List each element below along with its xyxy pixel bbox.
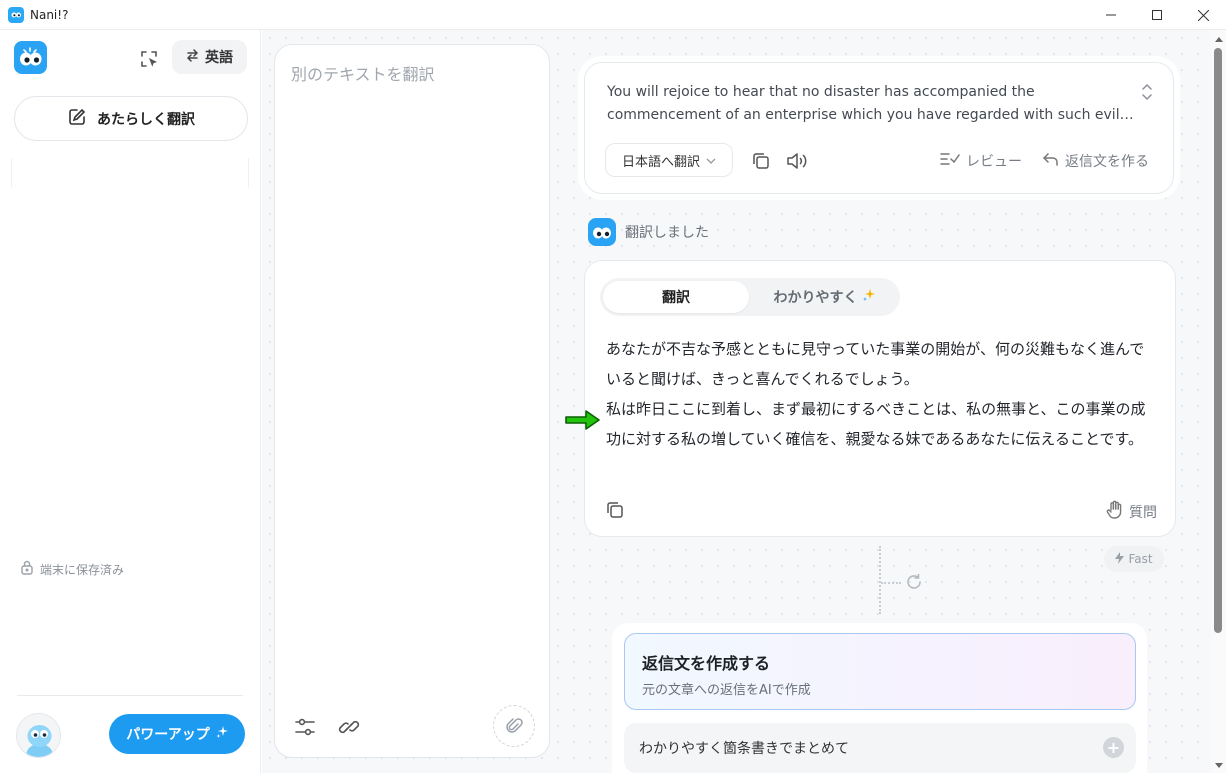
translation-text[interactable]: あなたが不吉な予感とともに見守っていた事業の開始が、何の災難もなく進んでいると聞…: [565, 334, 1154, 454]
sparkle-icon: [862, 288, 876, 306]
tab-simplified-label: わかりやすく: [773, 290, 858, 306]
edit-icon: [67, 107, 87, 131]
sidebar-divider: [17, 695, 243, 696]
logo[interactable]: [14, 41, 47, 74]
review-icon: [940, 151, 960, 171]
compose-subtitle: 元の文章への返信をAIで作成: [642, 683, 811, 698]
saved-label: 端末に保存済み: [40, 562, 125, 577]
fast-label: Fast: [1128, 552, 1153, 566]
create-reply-button[interactable]: 返信文を作る: [1042, 149, 1149, 173]
review-label: レビュー: [966, 154, 1022, 170]
compose-reply-card[interactable]: 返信文を作成する 元の文章への返信をAIで作成: [624, 633, 1136, 710]
suggestion-input[interactable]: わかりやすく箇条書きでまとめて +: [624, 723, 1136, 773]
review-button[interactable]: レビュー: [940, 149, 1022, 173]
bolt-icon: [1115, 551, 1125, 567]
history-list: [11, 158, 249, 188]
ask-label: 質問: [1129, 505, 1157, 521]
new-translation-button[interactable]: あたらしく翻訳: [14, 96, 248, 141]
suggestion-text: わかりやすく箇条書きでまとめて: [639, 741, 849, 757]
result-card: 翻訳 わかりやすく あなたが不吉な予感とともに見守っていた事業の開始が、何の災難…: [565, 260, 1176, 537]
sparkle-icon: [216, 726, 228, 742]
expand-icon[interactable]: [1141, 83, 1153, 105]
language-toggle-button[interactable]: 英語: [172, 40, 247, 74]
attach-icon[interactable]: [493, 705, 535, 747]
translation-paragraph: あなたが不吉な予感とともに見守っていた事業の開始が、何の災難もなく進んでいると聞…: [606, 340, 1145, 388]
translation-paragraph: 私は昨日ここに到着し、まず最初にするべきことは、私の無事と、この事業の成功に対す…: [606, 400, 1146, 448]
title-bar: Nani!?: [0, 0, 1226, 30]
ask-button[interactable]: 質問: [1106, 500, 1157, 524]
pointer-arrow-icon: [565, 410, 600, 430]
assistant-logo: [588, 218, 616, 246]
source-card: You will rejoice to hear that no disaste…: [584, 62, 1174, 194]
scroll-up-arrow[interactable]: [1211, 32, 1226, 46]
target-language-select[interactable]: 日本語へ翻訳: [605, 143, 733, 177]
scroll-thumb[interactable]: [1214, 48, 1222, 633]
result-tabs: 翻訳 わかりやすく: [600, 278, 900, 316]
power-up-button[interactable]: パワーアップ: [109, 714, 245, 754]
status-row: 翻訳しました: [588, 218, 709, 246]
minimize-button[interactable]: [1088, 0, 1134, 30]
scrollbar[interactable]: [1211, 30, 1226, 773]
reply-icon: [1042, 151, 1059, 171]
refresh-icon[interactable]: [905, 573, 923, 595]
settings-icon[interactable]: [291, 713, 319, 741]
source-text[interactable]: You will rejoice to hear that no disaste…: [607, 81, 1137, 127]
input-placeholder[interactable]: 別のテキストを翻訳: [291, 61, 435, 85]
saved-indicator: 端末に保存済み: [20, 560, 124, 578]
fast-badge: Fast: [1104, 546, 1164, 572]
maximize-button[interactable]: [1134, 0, 1180, 30]
tab-simplified[interactable]: わかりやすく: [752, 281, 897, 313]
compose-panel: 返信文を作成する 元の文章への返信をAIで作成 わかりやすく箇条書きでまとめて …: [612, 623, 1147, 773]
plus-icon[interactable]: +: [1103, 737, 1124, 758]
app-icon: [8, 6, 24, 23]
link-icon[interactable]: [335, 713, 363, 741]
copy-icon[interactable]: [605, 500, 625, 524]
chevron-down-icon: [706, 153, 716, 168]
tab-translation-label: 翻訳: [662, 290, 690, 306]
reply-label: 返信文を作る: [1065, 154, 1149, 170]
crop-icon[interactable]: [136, 46, 162, 72]
hand-icon: [1106, 500, 1124, 524]
sidebar: 英語 あたらしく翻訳 端末に保存済み パワーアップ: [0, 30, 261, 773]
copy-icon[interactable]: [749, 149, 773, 173]
language-label: 英語: [205, 50, 233, 66]
main-area: 別のテキストを翻訳 You will rejoice to hear that …: [262, 30, 1211, 773]
speaker-icon[interactable]: [785, 149, 809, 173]
input-panel[interactable]: 別のテキストを翻訳: [274, 44, 550, 758]
swap-icon: [186, 48, 199, 66]
new-translation-label: あたらしく翻訳: [97, 111, 195, 128]
status-label: 翻訳しました: [625, 225, 709, 241]
target-language-label: 日本語へ翻訳: [621, 154, 700, 170]
tab-translation[interactable]: 翻訳: [603, 281, 749, 313]
connector-branch: [881, 582, 901, 584]
connector-line: [879, 546, 881, 614]
compose-title: 返信文を作成する: [642, 654, 771, 673]
scroll-down-arrow[interactable]: [1211, 758, 1226, 772]
power-up-label: パワーアップ: [126, 727, 210, 743]
window-title: Nani!?: [30, 7, 69, 22]
close-button[interactable]: [1180, 0, 1226, 30]
lock-icon: [20, 560, 34, 578]
avatar[interactable]: [16, 713, 61, 758]
